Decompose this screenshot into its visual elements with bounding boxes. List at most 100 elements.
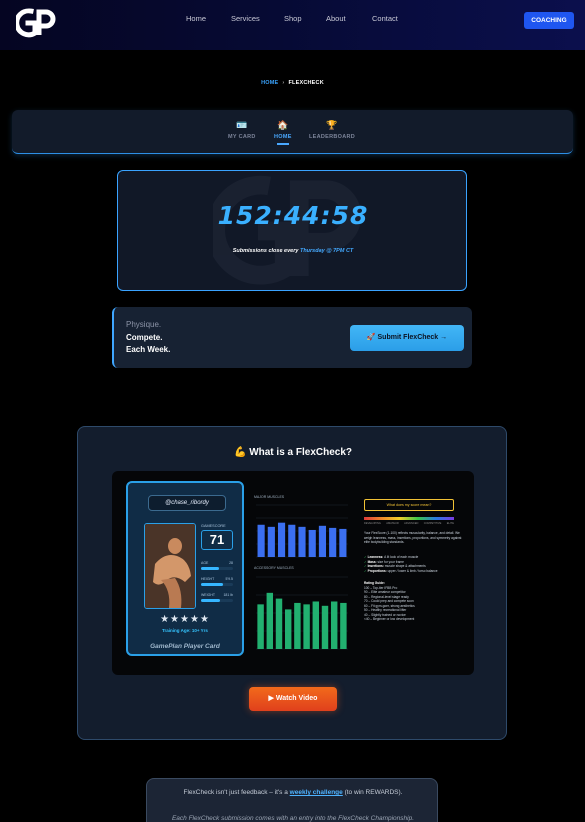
muscle-charts: MAJOR MUSCLES ACCESSORY MUSCLES (250, 493, 350, 663)
weekly-challenge-note: FlexCheck isn't just feedback – it's a w… (146, 778, 438, 822)
nav-services[interactable]: Services (231, 14, 260, 23)
stat-height: HEIGHT 5'9.5 (201, 577, 233, 581)
deadline-text: Submissions close every Thursday @ 7PM C… (118, 248, 466, 254)
note-line-1: FlexCheck isn't just feedback – it's a w… (147, 789, 439, 796)
deadline-highlight: Thursday @ 7PM CT (299, 248, 354, 254)
tab-label: HOME (274, 134, 292, 140)
scale-label: DEVELOPING (364, 522, 381, 525)
tab-my-card[interactable]: 🪪 MY CARD (228, 119, 256, 140)
criteria-key: Leanness: (367, 555, 384, 559)
scale-label: ADVANCED (404, 522, 419, 525)
criteria-key: Insertions: (367, 564, 384, 568)
score-intro: Your FlexScore (1-100) reflects muscular… (364, 531, 462, 544)
chart-bar (288, 524, 296, 557)
chart-bar (275, 598, 283, 649)
accessory-chart-label: ACCESSORY MUSCLES (254, 566, 294, 570)
chart-bar (266, 592, 274, 649)
watch-video-button[interactable]: ▶ Watch Video (249, 687, 337, 711)
active-tab-underline (276, 143, 289, 145)
note-text: FlexCheck isn't just feedback – it's a (183, 789, 290, 796)
scale-label: ELITE (446, 522, 454, 525)
tab-label: MY CARD (228, 134, 256, 140)
star-rating: ★★★★★ (160, 614, 210, 625)
stat-value: 5'9.5 (225, 577, 233, 581)
score-info-panel: What does my score mean? DEVELOPING AMAT… (354, 493, 468, 668)
stat-bar (201, 567, 233, 570)
chart-bar (277, 522, 286, 557)
tab-home[interactable]: 🏠 HOME (274, 119, 292, 145)
promo-line-2: Compete. (126, 333, 163, 342)
house-icon: 🏠 (277, 120, 289, 130)
id-card-icon: 🪪 (236, 120, 248, 130)
criteria-list: ✓ Leanness: A lit look of each muscle ✓ … (364, 555, 464, 573)
chart-bar (257, 524, 265, 557)
promo-line-3: Each Week. (126, 345, 171, 354)
score-meaning-button[interactable]: What does my score mean? (364, 499, 454, 511)
criteria-value: upper / lower & limb / torso balance (387, 568, 438, 573)
top-navbar: Home Services Shop About Contact COACHIN… (0, 0, 585, 50)
example-preview-image: @chase_ribordy GAMESCORE 71 AGE 28 HEIGHT… (112, 471, 474, 675)
rating-item: <40 – Beginner or low development (364, 617, 415, 621)
note-line-2: Each FlexCheck submission comes with an … (171, 815, 415, 822)
rocket-icon: 🚀 (366, 334, 376, 341)
stat-label: HEIGHT (201, 577, 215, 581)
what-is-flexcheck-card: 💪 What is a FlexCheck? @chase_ribordy GA… (77, 426, 507, 740)
tab-leaderboard[interactable]: 🏆 LEADERBOARD (309, 119, 355, 140)
chart-bar (321, 605, 329, 649)
score-scale-bar (364, 517, 454, 520)
stat-bar-fill (201, 583, 224, 586)
stat-bar (201, 599, 233, 602)
breadcrumb: HOME › FLEXCHECK (0, 80, 585, 86)
check-icon: ✓ (364, 564, 367, 568)
stat-age: AGE 28 (201, 561, 233, 565)
major-chart-label: MAJOR MUSCLES (254, 495, 285, 499)
scale-labels: DEVELOPING AMATEUR ADVANCED COMPETITIVE … (364, 522, 454, 525)
coaching-button[interactable]: COACHING (524, 12, 574, 29)
chart-bar (308, 529, 316, 557)
gameplan-logo[interactable] (16, 7, 56, 39)
chart-bar (298, 526, 306, 557)
note-text: (to win REWARDS). (342, 789, 403, 796)
scale-label: COMPETITIVE (423, 522, 442, 525)
tab-label: LEADERBOARD (309, 134, 356, 140)
criteria-value: muscle shape & attachments (384, 564, 426, 568)
nav-home[interactable]: Home (186, 14, 206, 23)
check-icon: ✓ (364, 568, 367, 573)
player-handle: @chase_ribordy (148, 495, 226, 511)
breadcrumb-home[interactable]: HOME (261, 80, 278, 86)
accessory-muscles-chart (256, 576, 348, 650)
stat-weight: WEIGHT 181 lb (201, 593, 233, 597)
nav-shop[interactable]: Shop (284, 14, 302, 23)
criteria-value: A lit look of each muscle (384, 555, 419, 559)
nav-about[interactable]: About (326, 14, 346, 23)
chart-bar (329, 527, 337, 557)
submit-promo-card: Physique. Compete. Each Week. 🚀 Submit F… (112, 307, 472, 368)
promo-line-1: Physique. (126, 320, 162, 329)
weekly-challenge-link[interactable]: weekly challenge (290, 789, 343, 796)
breadcrumb-current: FLEXCHECK (288, 80, 324, 86)
submit-flexcheck-button[interactable]: 🚀 Submit FlexCheck → (350, 325, 464, 351)
card-name: GamePlan Player Card (150, 643, 220, 650)
chart-bar (339, 528, 347, 557)
tab-bar: 🪪 MY CARD 🏠 HOME 🏆 LEADERBOARD (12, 110, 573, 154)
stat-bar (201, 583, 233, 586)
gamescore-value: 71 (201, 530, 233, 550)
chart-bar (340, 602, 347, 649)
nav-contact[interactable]: Contact (372, 14, 398, 23)
countdown-panel: 152:44:58 Submissions close every Thursd… (117, 170, 467, 291)
deadline-prefix: Submissions close every (232, 248, 300, 254)
stat-value: 28 (229, 561, 233, 565)
chart-bar (294, 602, 301, 649)
stat-value: 181 lb (223, 593, 233, 597)
criteria-key: Proportions: (367, 568, 387, 573)
athlete-photo (144, 523, 196, 609)
stat-bar-fill (201, 599, 221, 602)
chart-bar (330, 601, 338, 649)
rating-guide: Rating Guide: 100 – Top-tier IFBB Pro 90… (364, 581, 464, 622)
watermark-logo-icon (213, 175, 362, 285)
trophy-icon: 🏆 (326, 120, 338, 130)
stat-bar-fill (201, 567, 219, 570)
gamescore-label: GAMESCORE (201, 524, 226, 528)
check-icon: ✓ (364, 559, 367, 564)
player-card: @chase_ribordy GAMESCORE 71 AGE 28 HEIGHT… (126, 481, 244, 656)
